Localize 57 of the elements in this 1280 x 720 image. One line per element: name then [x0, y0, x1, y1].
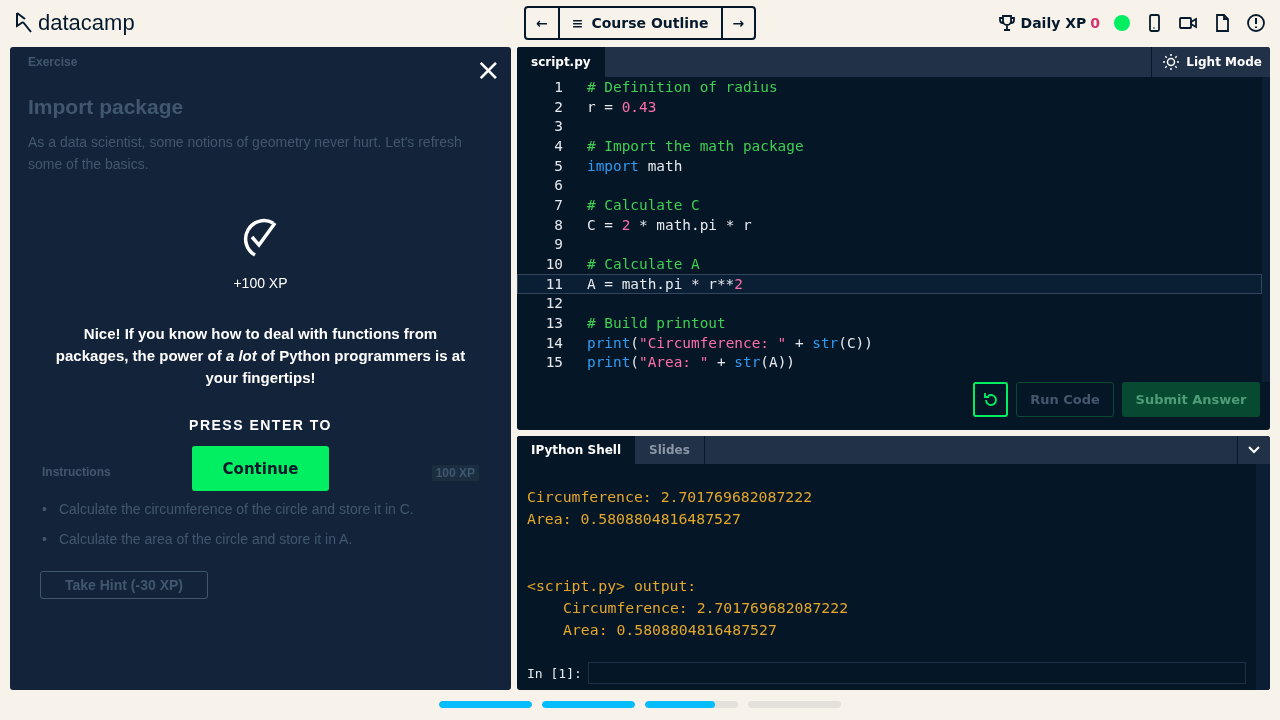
press-enter-label: PRESS ENTER TO — [189, 417, 332, 433]
line-number: 3 — [553, 118, 564, 135]
output-line: Area: 0.5808804816487527 — [563, 621, 777, 639]
daily-xp-label: Daily XP — [1020, 15, 1087, 31]
line-number: 9 — [553, 236, 564, 253]
alert-icon[interactable] — [1246, 13, 1266, 33]
file-tab[interactable]: script.py — [517, 47, 605, 77]
code-line: # Import the math package — [587, 136, 805, 156]
line-number: 8 — [553, 216, 564, 233]
reset-button[interactable] — [973, 382, 1008, 417]
output-line: <script.py> output: — [527, 576, 697, 594]
code-line: r = 0.43 — [587, 97, 658, 117]
shell-tab[interactable]: IPython Shell — [517, 436, 636, 464]
logo-text[interactable]: datacamp — [38, 10, 135, 36]
line-number: 12 — [544, 295, 564, 312]
output-line: Circumference: 2.701769682087222 — [527, 488, 813, 505]
success-message: Nice! If you know how to deal with functions from packages, the power of a lot of Python programmers is at your fingertips! — [54, 324, 467, 388]
close-button[interactable]: × — [475, 55, 501, 85]
shell-input[interactable] — [587, 662, 1246, 684]
line-number: 7 — [553, 196, 564, 213]
code-line: # Calculate C — [587, 195, 701, 215]
line-number: 5 — [553, 157, 564, 174]
reset-icon — [981, 390, 1000, 409]
code-line: # Calculate A — [587, 255, 701, 274]
bullet-marker: • — [42, 531, 47, 547]
light-mode-button[interactable]: Light Mode — [1151, 47, 1270, 77]
line-number: 4 — [553, 137, 564, 154]
code-line: print("Circumference: " + str(C)) — [587, 333, 874, 353]
code-line: # Definition of radius — [587, 77, 779, 97]
code-line: A = math.pi * r**2 — [587, 274, 744, 294]
line-number: 11 — [544, 275, 564, 292]
status-dot — [1114, 15, 1130, 31]
line-number: 1 — [553, 78, 564, 95]
trophy-icon — [996, 13, 1017, 33]
code-line: C = 2 * math.pi * r — [587, 215, 753, 235]
daily-xp-value: 0 — [1090, 15, 1100, 31]
shell-prompt: In [1]: — [527, 665, 582, 681]
code-line: import math — [587, 156, 684, 176]
line-number: 10 — [544, 256, 564, 273]
sun-icon — [1162, 53, 1181, 71]
logo-icon — [14, 11, 34, 35]
xp-earned: +100 XP — [233, 275, 288, 291]
bullet-marker: • — [42, 501, 47, 517]
output-line: Area: 0.5808804816487527 — [527, 510, 741, 528]
code-line: print("Area: " + str(A)) — [587, 353, 796, 373]
line-number: 14 — [544, 334, 564, 351]
line-number: 15 — [544, 354, 564, 371]
line-number: 2 — [553, 98, 564, 115]
course-outline-button[interactable]: ≡ Course Outline — [557, 8, 723, 38]
line-number: 6 — [553, 177, 564, 194]
code-line: # Build printout — [587, 314, 727, 333]
line-number: 13 — [544, 315, 564, 332]
back-button[interactable]: ← — [526, 8, 558, 38]
continue-button[interactable]: Continue — [192, 446, 329, 491]
output-line: Circumference: 2.701769682087222 — [563, 598, 849, 616]
forward-button[interactable]: → — [722, 8, 755, 38]
chevron-down-icon[interactable] — [1247, 445, 1261, 455]
